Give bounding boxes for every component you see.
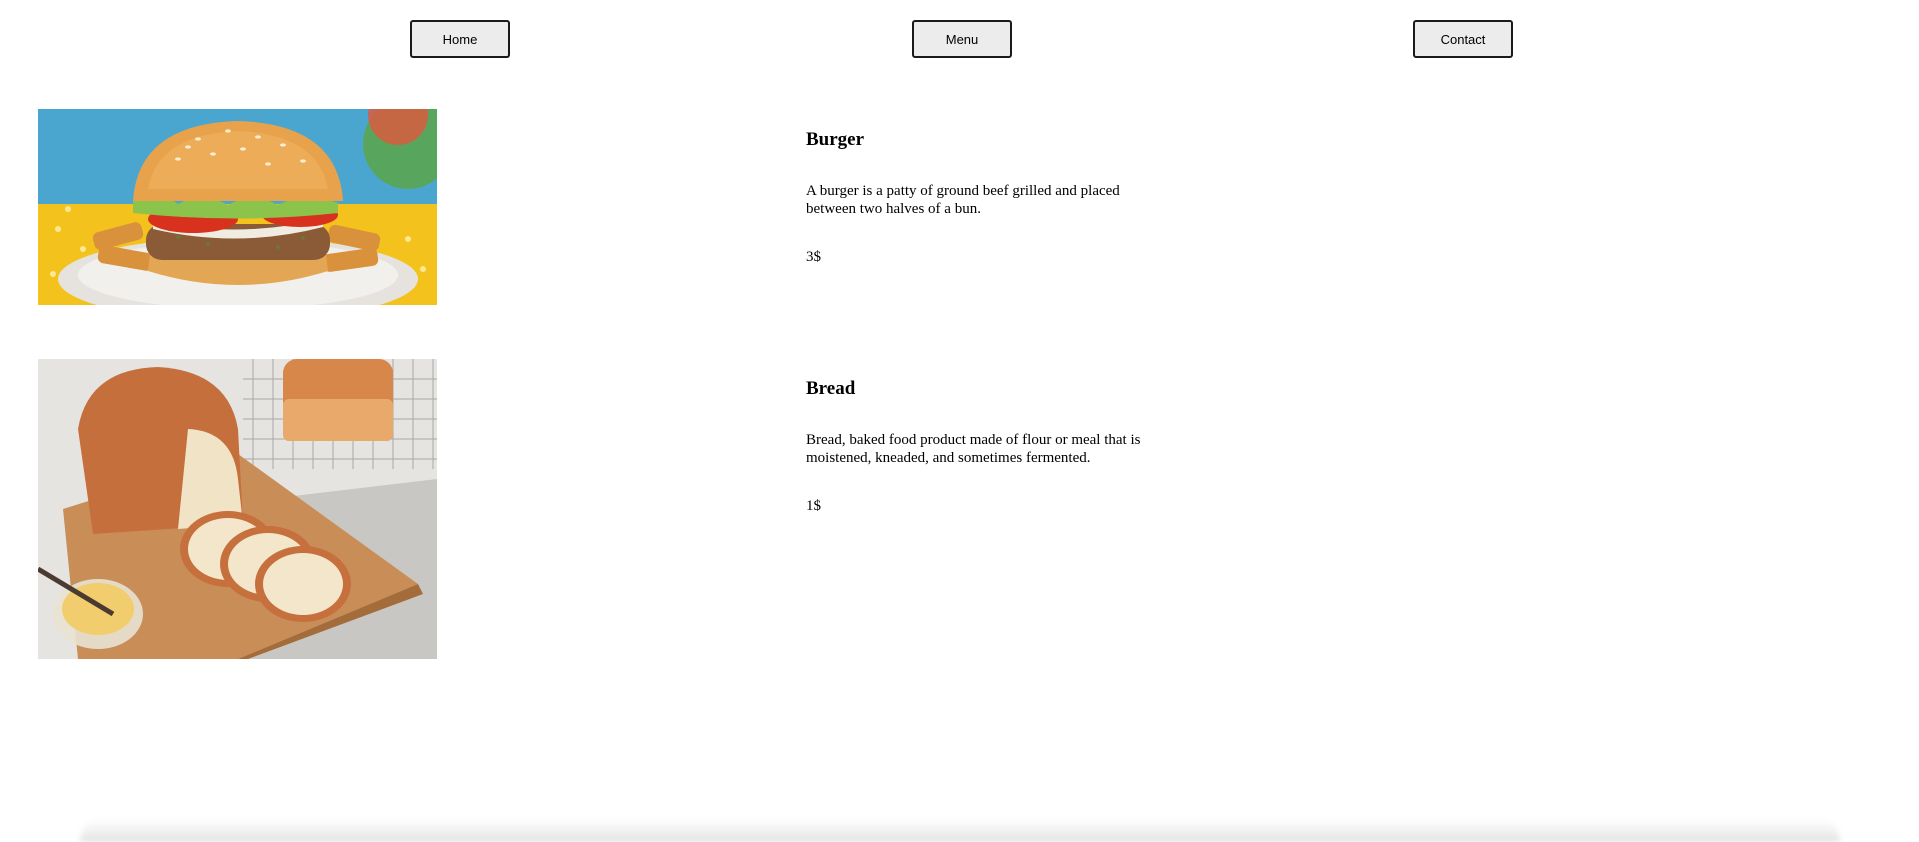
burger-image bbox=[38, 109, 437, 305]
menu-button[interactable]: Menu bbox=[912, 20, 1012, 58]
item-name: Bread bbox=[806, 378, 856, 399]
item-price: 3$ bbox=[806, 249, 821, 265]
item-name: Burger bbox=[806, 129, 865, 150]
contact-button[interactable]: Contact bbox=[1413, 20, 1513, 58]
item-description: Bread, baked food product made of flour … bbox=[806, 432, 1141, 466]
top-navigation: Home Menu Contact bbox=[0, 0, 1919, 80]
bread-info: Bread Bread, baked food product made of … bbox=[806, 377, 1166, 515]
item-description: A burger is a patty of ground beef grill… bbox=[806, 183, 1120, 217]
bottom-shadow bbox=[80, 818, 1840, 842]
home-button[interactable]: Home bbox=[410, 20, 510, 58]
burger-info: Burger A burger is a patty of ground bee… bbox=[806, 128, 1166, 266]
bread-image bbox=[38, 359, 437, 659]
item-price: 1$ bbox=[806, 498, 821, 514]
